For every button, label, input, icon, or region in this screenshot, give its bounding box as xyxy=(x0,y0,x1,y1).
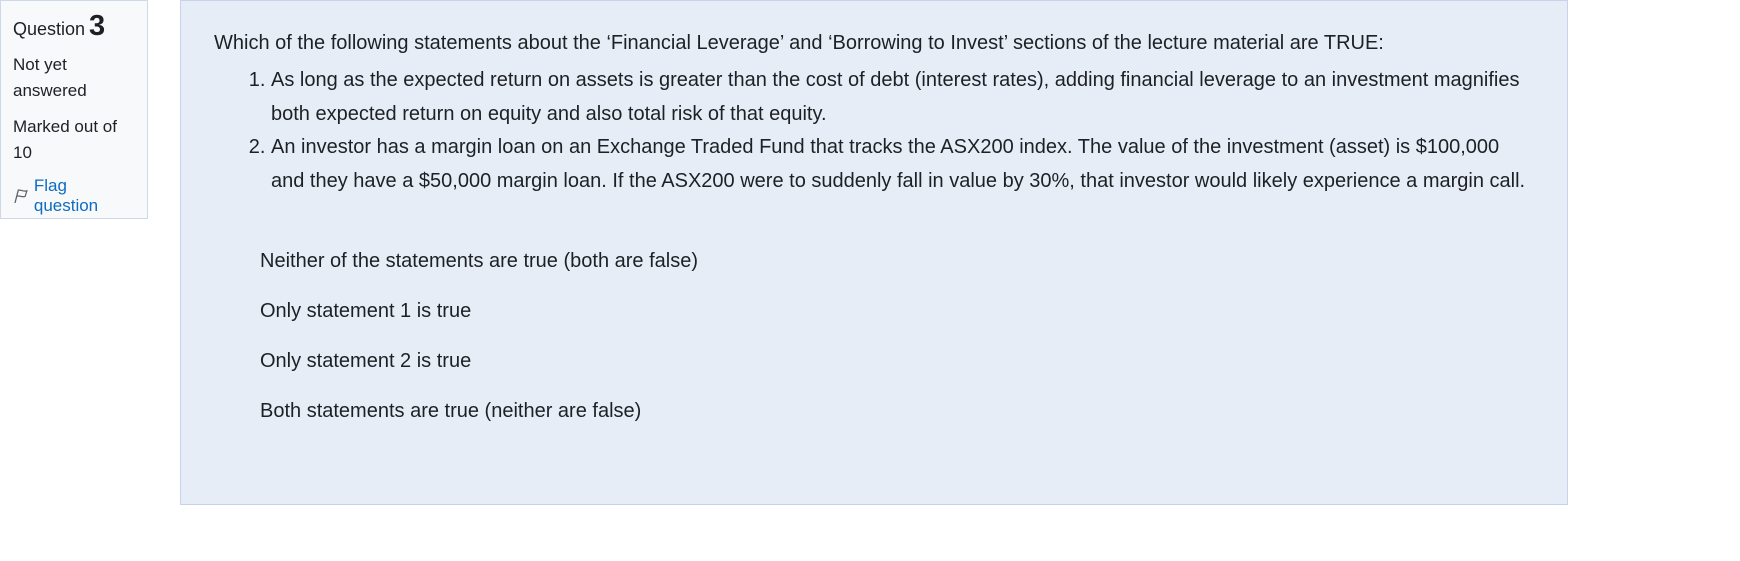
answer-option-label: Only statement 2 is true xyxy=(260,349,472,372)
answer-option-label: Neither of the statements are true (both… xyxy=(260,249,698,272)
question-state: Not yet answered xyxy=(13,55,87,100)
flag-icon xyxy=(14,189,28,204)
question-text: Which of the following statements about … xyxy=(214,32,1384,54)
statement-1: As long as the expected return on assets… xyxy=(271,64,1534,131)
question-page: Question 3 Not yet answered Marked out of… xyxy=(0,0,1740,561)
answer-option[interactable]: Only statement 1 is true xyxy=(260,286,1534,336)
answer-option[interactable]: Neither of the statements are true (both… xyxy=(260,236,1534,286)
flag-question-label: Flag question xyxy=(33,176,99,215)
question-info-panel: Question 3 Not yet answered Marked out of… xyxy=(0,0,148,219)
answer-option-label: Both statements are true (neither are fa… xyxy=(260,399,642,422)
question-grade: Marked out of 10 xyxy=(13,117,117,162)
statement-list: As long as the expected return on assets… xyxy=(214,64,1534,198)
question-number: 3 xyxy=(89,10,106,42)
answer-option[interactable]: Only statement 2 is true xyxy=(260,336,1534,386)
question-label: Question xyxy=(13,19,86,39)
statement-2: An investor has a margin loan on an Exch… xyxy=(271,131,1534,198)
question-content: Which of the following statements about … xyxy=(180,0,1568,505)
flag-question-link[interactable]: Flag question xyxy=(13,176,135,216)
answer-option[interactable]: Both statements are true (neither are fa… xyxy=(260,386,1534,436)
answer-options: Neither of the statements are true (both… xyxy=(214,236,1534,436)
answer-option-label: Only statement 1 is true xyxy=(260,299,472,322)
question-number-heading: Question 3 xyxy=(13,11,135,44)
